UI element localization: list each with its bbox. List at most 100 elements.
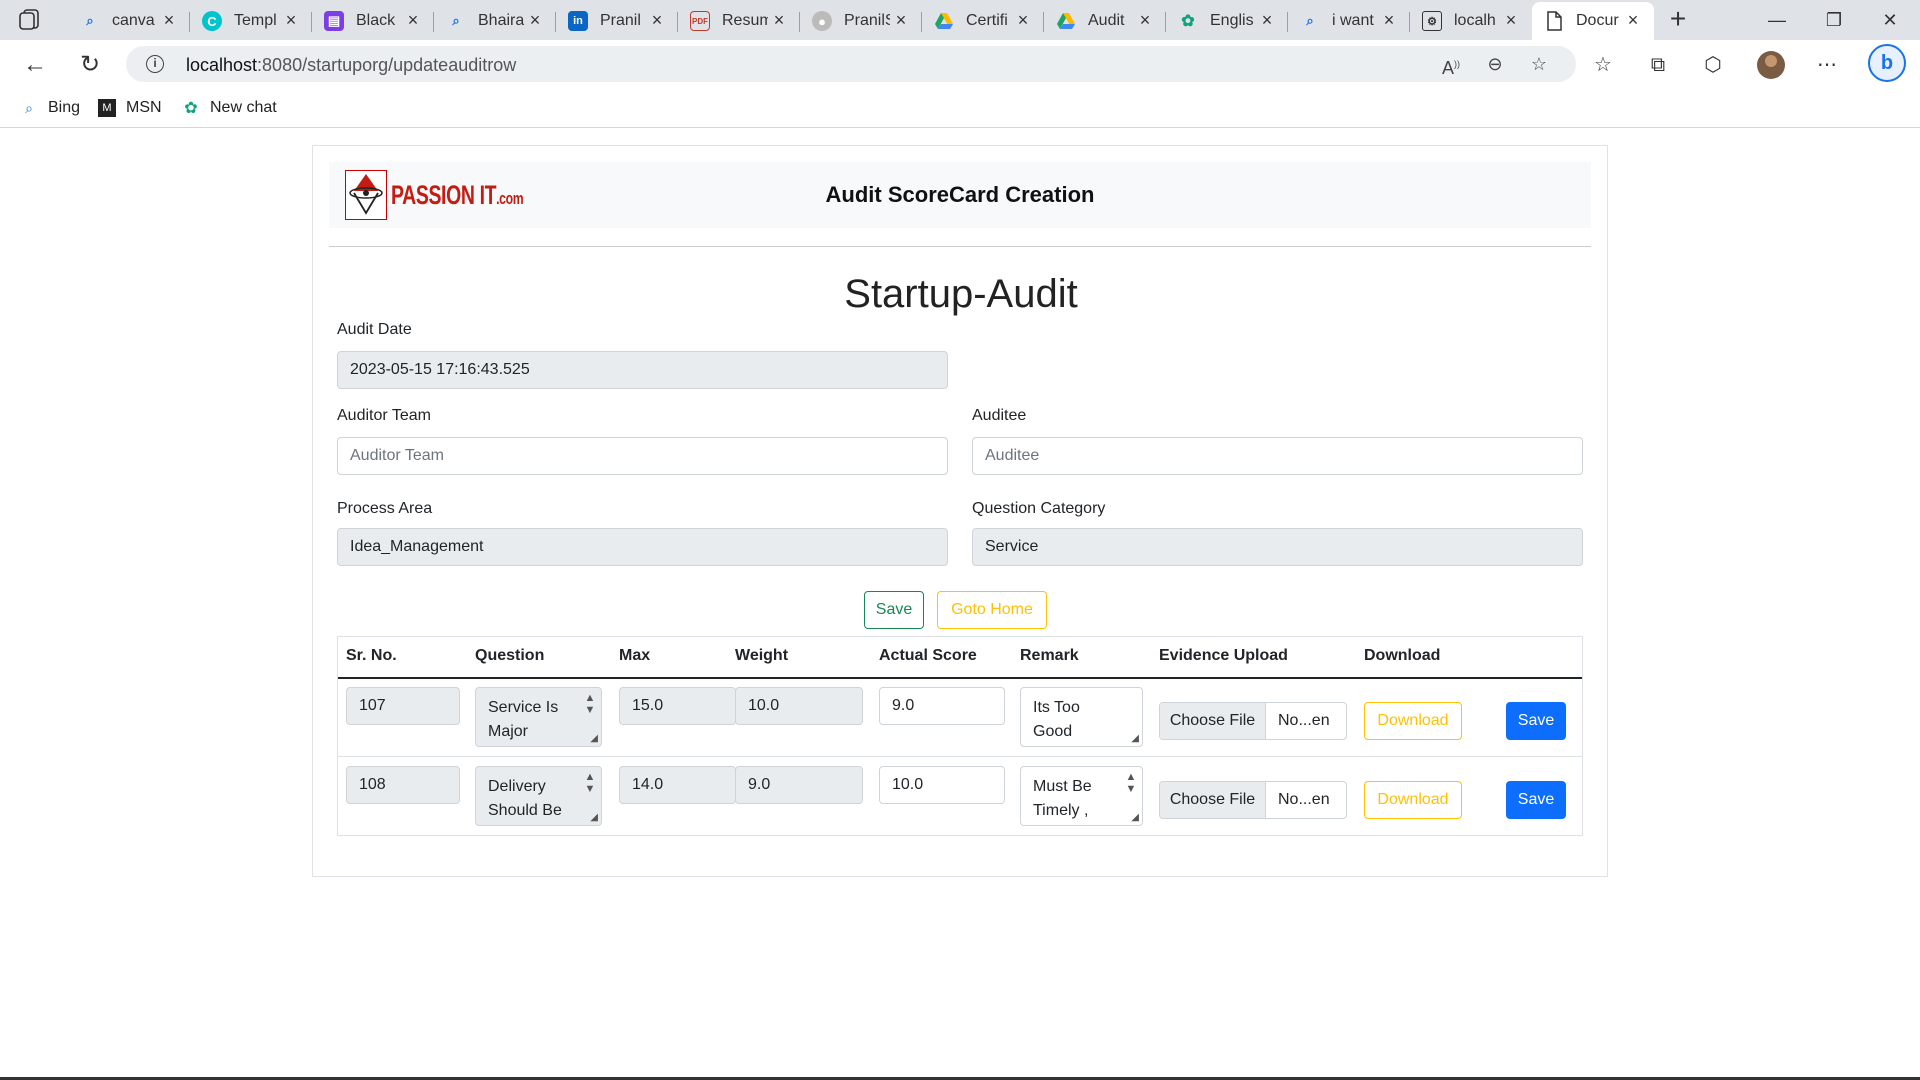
tab-actions-icon[interactable] bbox=[18, 8, 44, 32]
tab-pranil-linkedin[interactable]: in Pranil × bbox=[556, 2, 678, 40]
scroll-arrows-icon[interactable]: ▲ ▼ bbox=[583, 692, 597, 716]
tab-i-want[interactable]: ⌕ i want × bbox=[1288, 2, 1410, 40]
tab-document-active[interactable]: Docur × bbox=[1532, 2, 1654, 40]
download-button[interactable]: Download bbox=[1364, 781, 1462, 819]
avatar[interactable] bbox=[1757, 51, 1785, 79]
close-icon[interactable]: × bbox=[770, 11, 788, 29]
tab-localhost[interactable]: ⚙ localh × bbox=[1410, 2, 1532, 40]
choose-file-button[interactable]: Choose File bbox=[1160, 782, 1266, 818]
col-header-download: Download bbox=[1364, 647, 1441, 664]
back-icon[interactable]: ← bbox=[20, 50, 50, 80]
restore-icon[interactable]: ❐ bbox=[1814, 6, 1854, 34]
audit-table: Sr. No. Question Max Weight Actual Score… bbox=[337, 636, 1583, 836]
remark-textarea[interactable]: Its Too Good ◢ bbox=[1020, 687, 1143, 747]
close-icon[interactable]: × bbox=[648, 11, 666, 29]
tab-canva[interactable]: ⌕ canva × bbox=[68, 2, 190, 40]
tab-black[interactable]: ▤ Black × bbox=[312, 2, 434, 40]
read-aloud-icon[interactable]: A)) bbox=[1440, 53, 1462, 78]
tab-resume[interactable]: PDF Resum × bbox=[678, 2, 800, 40]
browser-toolbar: ← ↻ i localhost:8080/startuporg/updateau… bbox=[0, 40, 1920, 88]
address-bar[interactable]: i localhost:8080/startuporg/updateauditr… bbox=[126, 46, 1576, 82]
favorite-msn[interactable]: M MSN bbox=[98, 96, 162, 120]
search-icon: ⌕ bbox=[25, 99, 33, 116]
resize-grip-icon[interactable]: ◢ bbox=[1131, 813, 1139, 823]
search-icon: ⌕ bbox=[1306, 13, 1314, 28]
tab-pranils-github[interactable]: ● PranilS × bbox=[800, 2, 922, 40]
resize-grip-icon[interactable]: ◢ bbox=[590, 734, 598, 744]
choose-file-button[interactable]: Choose File bbox=[1160, 703, 1266, 739]
extensions-icon[interactable]: ⬡ bbox=[1700, 52, 1726, 78]
zoom-icon[interactable]: ⊖ bbox=[1484, 53, 1506, 75]
close-icon[interactable]: × bbox=[1502, 11, 1520, 29]
refresh-icon[interactable]: ↻ bbox=[75, 50, 105, 80]
collections-icon[interactable]: ⧉ bbox=[1645, 52, 1671, 78]
url-text[interactable]: localhost:8080/startuporg/updateauditrow bbox=[186, 55, 516, 76]
add-favorite-icon[interactable]: ☆ bbox=[1528, 53, 1550, 75]
scroll-arrows-icon[interactable]: ▲ ▼ bbox=[1124, 771, 1138, 795]
save-button[interactable]: Save bbox=[864, 591, 924, 629]
tab-englis[interactable]: ✿ Englis × bbox=[1166, 2, 1288, 40]
close-icon[interactable]: × bbox=[526, 11, 544, 29]
form-title: Startup-Audit bbox=[844, 272, 1078, 316]
favorites-bar: ⌕ Bing M MSN ✿ New chat bbox=[0, 88, 1920, 128]
linkedin-icon: in bbox=[568, 11, 588, 31]
sr-no-field: 108 bbox=[346, 766, 460, 804]
remark-text: Must Be Timely , bbox=[1033, 778, 1092, 819]
info-icon[interactable]: i bbox=[146, 55, 164, 73]
tab-templ[interactable]: C Templ × bbox=[190, 2, 312, 40]
audit-date-field: 2023-05-15 17:16:43.525 bbox=[337, 351, 948, 389]
row-save-button[interactable]: Save bbox=[1506, 781, 1566, 819]
favorite-bing[interactable]: ⌕ Bing bbox=[20, 96, 80, 120]
tab-label: Resum bbox=[722, 12, 768, 29]
favorites-icon[interactable]: ☆ bbox=[1590, 52, 1616, 78]
pdf-icon: PDF bbox=[690, 11, 710, 31]
question-category-field: Service bbox=[972, 528, 1583, 566]
close-icon[interactable]: × bbox=[1014, 11, 1032, 29]
actual-score-input[interactable]: 9.0 bbox=[879, 687, 1005, 725]
evidence-file-input[interactable]: Choose File No...en bbox=[1159, 702, 1347, 740]
tab-label: Englis bbox=[1210, 12, 1254, 29]
close-window-icon[interactable]: ✕ bbox=[1870, 6, 1910, 34]
evidence-file-input[interactable]: Choose File No...en bbox=[1159, 781, 1347, 819]
page-gear-icon: ⚙ bbox=[1422, 11, 1442, 31]
close-icon[interactable]: × bbox=[892, 11, 910, 29]
close-icon[interactable]: × bbox=[1136, 11, 1154, 29]
tab-bhaira[interactable]: ⌕ Bhaira × bbox=[434, 2, 556, 40]
favorite-new-chat[interactable]: ✿ New chat bbox=[182, 96, 277, 120]
audit-card: PASSION IT.com Audit ScoreCard Creation … bbox=[312, 145, 1608, 877]
close-icon[interactable]: × bbox=[160, 11, 178, 29]
question-category-label: Question Category bbox=[972, 500, 1106, 517]
actual-score-input[interactable]: 10.0 bbox=[879, 766, 1005, 804]
tab-certifi[interactable]: Certifi × bbox=[922, 2, 1044, 40]
minimize-icon[interactable]: — bbox=[1757, 6, 1797, 34]
resize-grip-icon[interactable]: ◢ bbox=[590, 813, 598, 823]
scroll-arrows-icon[interactable]: ▲ ▼ bbox=[583, 771, 597, 795]
close-icon[interactable]: × bbox=[1624, 11, 1642, 29]
auditor-team-input[interactable]: Auditor Team bbox=[337, 437, 948, 475]
close-icon[interactable]: × bbox=[1258, 11, 1276, 29]
page-header: PASSION IT.com Audit ScoreCard Creation bbox=[329, 162, 1591, 228]
tab-label: Templ bbox=[234, 12, 277, 29]
row-save-button[interactable]: Save bbox=[1506, 702, 1566, 740]
download-button[interactable]: Download bbox=[1364, 702, 1462, 740]
auditor-team-label: Auditor Team bbox=[337, 407, 431, 424]
remark-textarea[interactable]: Must Be Timely , ▲ ▼ ◢ bbox=[1020, 766, 1143, 826]
remark-text: Its Too Good bbox=[1033, 699, 1080, 740]
question-textarea: Delivery Should Be ▲ ▼ ◢ bbox=[475, 766, 602, 826]
resize-grip-icon[interactable]: ◢ bbox=[1131, 734, 1139, 744]
close-icon[interactable]: × bbox=[282, 11, 300, 29]
bing-copilot-icon[interactable]: b bbox=[1868, 44, 1906, 82]
goto-home-button[interactable]: Goto Home bbox=[937, 591, 1047, 629]
close-icon[interactable]: × bbox=[1380, 11, 1398, 29]
close-icon[interactable]: × bbox=[404, 11, 422, 29]
file-name-text: No...en bbox=[1278, 791, 1330, 808]
favorite-label: New chat bbox=[210, 99, 277, 116]
col-header-evidence-upload: Evidence Upload bbox=[1159, 647, 1288, 664]
favorite-label: MSN bbox=[126, 99, 162, 116]
more-menu-icon[interactable]: ⋯ bbox=[1814, 52, 1840, 78]
tab-audit[interactable]: Audit × bbox=[1044, 2, 1166, 40]
table-header-divider bbox=[338, 677, 1582, 679]
new-tab-icon[interactable]: + bbox=[1664, 5, 1692, 34]
auditee-input[interactable]: Auditee bbox=[972, 437, 1583, 475]
github-icon: ● bbox=[812, 11, 832, 31]
